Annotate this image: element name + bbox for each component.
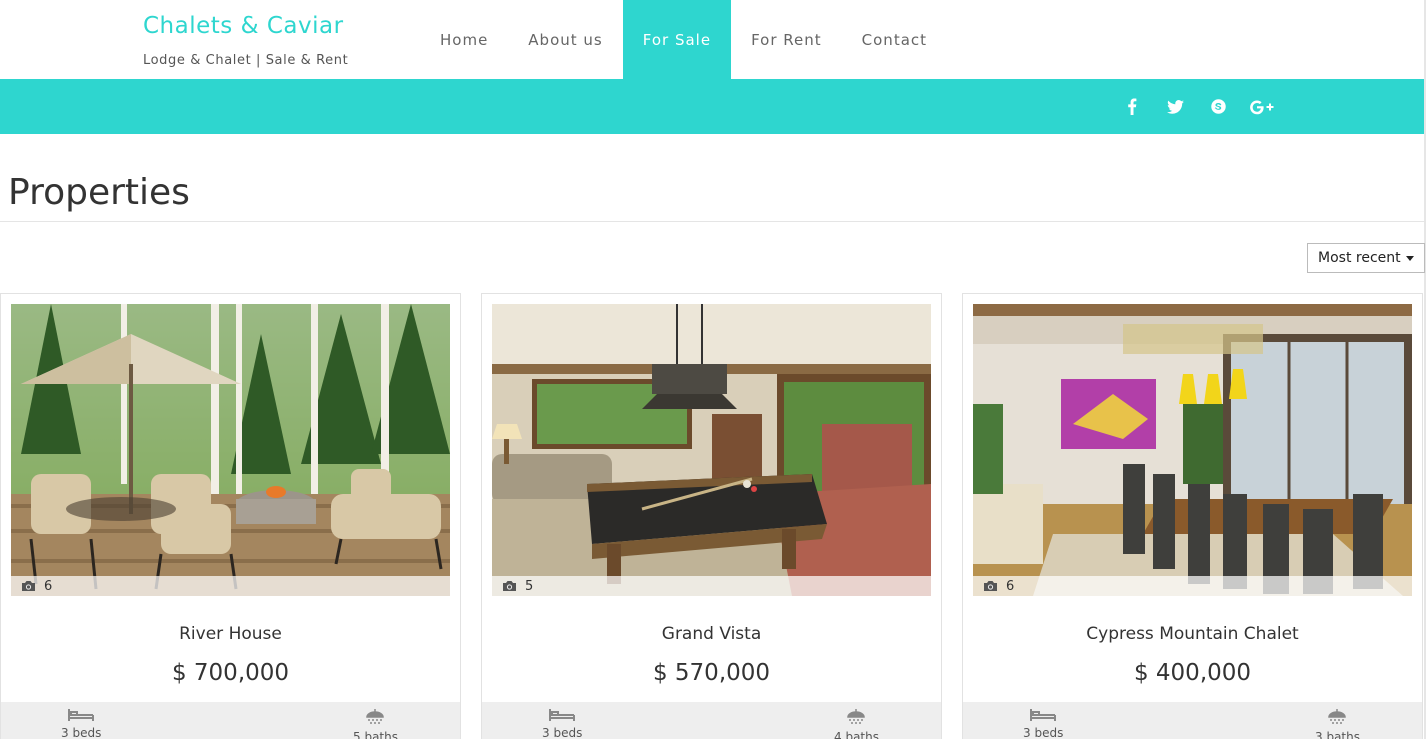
shower-icon — [847, 709, 866, 724]
shower-icon — [1328, 709, 1347, 724]
camera-icon — [503, 581, 516, 591]
property-features: 3 beds 4 baths — [482, 702, 941, 739]
beds-feature: 3 beds — [1023, 708, 1063, 739]
camera-icon — [984, 581, 997, 591]
property-name[interactable]: Grand Vista — [482, 624, 941, 644]
brand-title[interactable]: Chalets & Caviar — [143, 13, 344, 39]
beds-feature: 3 beds — [542, 708, 582, 739]
photo-count: 5 — [525, 578, 534, 594]
photo-count-bar: 6 — [973, 576, 1412, 596]
property-card[interactable]: 6 River House $ 700,000 3 beds 5 baths — [0, 293, 461, 739]
sort-label: Most recent — [1318, 250, 1401, 266]
property-card[interactable]: 5 Grand Vista $ 570,000 3 beds 4 baths — [481, 293, 942, 739]
photo-count-bar: 6 — [11, 576, 450, 596]
caret-down-icon — [1405, 255, 1414, 261]
property-photo[interactable]: 5 — [492, 304, 931, 596]
property-photo[interactable]: 6 — [11, 304, 450, 596]
page-title: Properties — [8, 172, 190, 213]
baths-feature: 5 baths — [353, 708, 398, 739]
photo-count: 6 — [44, 578, 53, 594]
property-price: $ 400,000 — [1133, 660, 1252, 686]
shower-icon — [366, 709, 385, 724]
nav-for-rent[interactable]: For Rent — [731, 0, 842, 79]
bed-icon — [1030, 709, 1057, 721]
bed-icon — [549, 709, 576, 721]
bed-icon — [68, 709, 95, 721]
property-name[interactable]: River House — [1, 624, 460, 644]
social-bar — [0, 79, 1426, 134]
property-name[interactable]: Cypress Mountain Chalet — [963, 624, 1422, 644]
baths-feature: 3 baths — [1315, 708, 1360, 739]
photo-count-bar: 5 — [492, 576, 931, 596]
property-price: $ 700,000 — [171, 660, 290, 686]
property-features: 3 beds 3 baths — [963, 702, 1422, 739]
property-card[interactable]: 6 Cypress Mountain Chalet $ 400,000 3 be… — [962, 293, 1423, 739]
skype-icon[interactable] — [1203, 79, 1233, 134]
main-nav: Home About us For Sale For Rent Contact — [420, 0, 947, 79]
google-plus-icon[interactable] — [1247, 79, 1277, 134]
nav-about-us[interactable]: About us — [508, 0, 622, 79]
facebook-icon[interactable] — [1117, 79, 1147, 134]
site-header: Chalets & Caviar Lodge & Chalet | Sale &… — [0, 0, 1426, 79]
photo-count: 6 — [1006, 578, 1015, 594]
baths-feature: 4 baths — [834, 708, 879, 739]
nav-home[interactable]: Home — [420, 0, 508, 79]
title-divider — [0, 221, 1426, 222]
twitter-icon[interactable] — [1160, 79, 1190, 134]
sort-dropdown[interactable]: Most recent — [1307, 243, 1425, 273]
brand-subtitle: Lodge & Chalet | Sale & Rent — [143, 53, 349, 68]
property-features: 3 beds 5 baths — [1, 702, 460, 739]
beds-feature: 3 beds — [61, 708, 101, 739]
camera-icon — [22, 581, 35, 591]
property-price: $ 570,000 — [652, 660, 771, 686]
nav-contact[interactable]: Contact — [842, 0, 947, 79]
nav-for-sale[interactable]: For Sale — [622, 0, 732, 79]
property-photo[interactable]: 6 — [973, 304, 1412, 596]
